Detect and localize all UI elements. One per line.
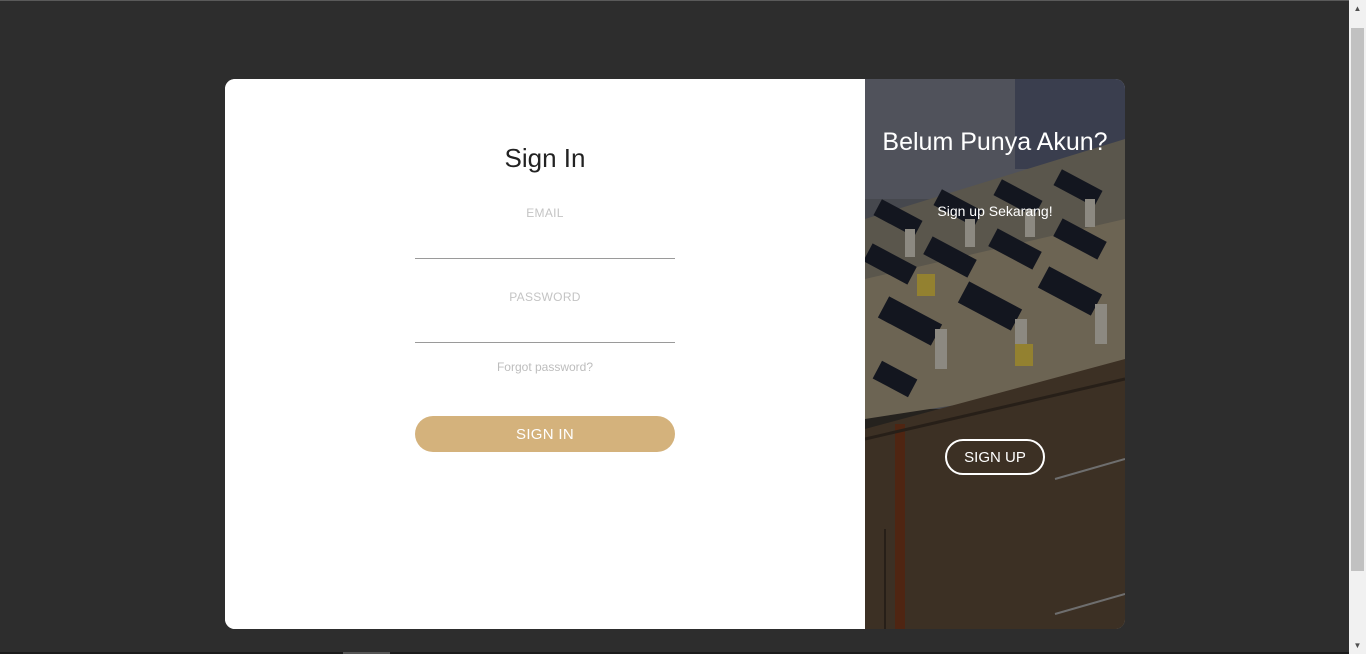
signin-button[interactable]: SIGN IN: [415, 416, 675, 452]
scroll-up-arrow-icon[interactable]: ▲: [1349, 0, 1366, 17]
forgot-password-link[interactable]: Forgot password?: [225, 360, 865, 374]
password-label: PASSWORD: [509, 290, 581, 304]
photo-overlay: [865, 79, 1125, 629]
signup-title: Belum Punya Akun?: [882, 128, 1108, 156]
signin-title: Sign In: [504, 143, 586, 173]
signup-panel: Belum Punya Akun? Sign up Sekarang! SIGN…: [865, 79, 1125, 629]
vertical-scroll-thumb[interactable]: [1351, 28, 1364, 571]
page: Sign In EMAIL PASSWORD Forgot password? …: [0, 0, 1366, 654]
signin-panel: Sign In EMAIL PASSWORD Forgot password? …: [225, 79, 865, 629]
email-input[interactable]: [415, 232, 675, 259]
scroll-down-arrow-icon[interactable]: ▼: [1349, 637, 1366, 654]
email-label: EMAIL: [526, 206, 564, 220]
password-input[interactable]: [415, 316, 675, 343]
auth-card: Sign In EMAIL PASSWORD Forgot password? …: [225, 79, 1125, 629]
top-border: [0, 0, 1349, 1]
signup-subtitle: Sign up Sekarang!: [937, 203, 1053, 219]
vertical-scrollbar[interactable]: ▲ ▼: [1349, 0, 1366, 654]
signup-button[interactable]: SIGN UP: [945, 439, 1045, 475]
